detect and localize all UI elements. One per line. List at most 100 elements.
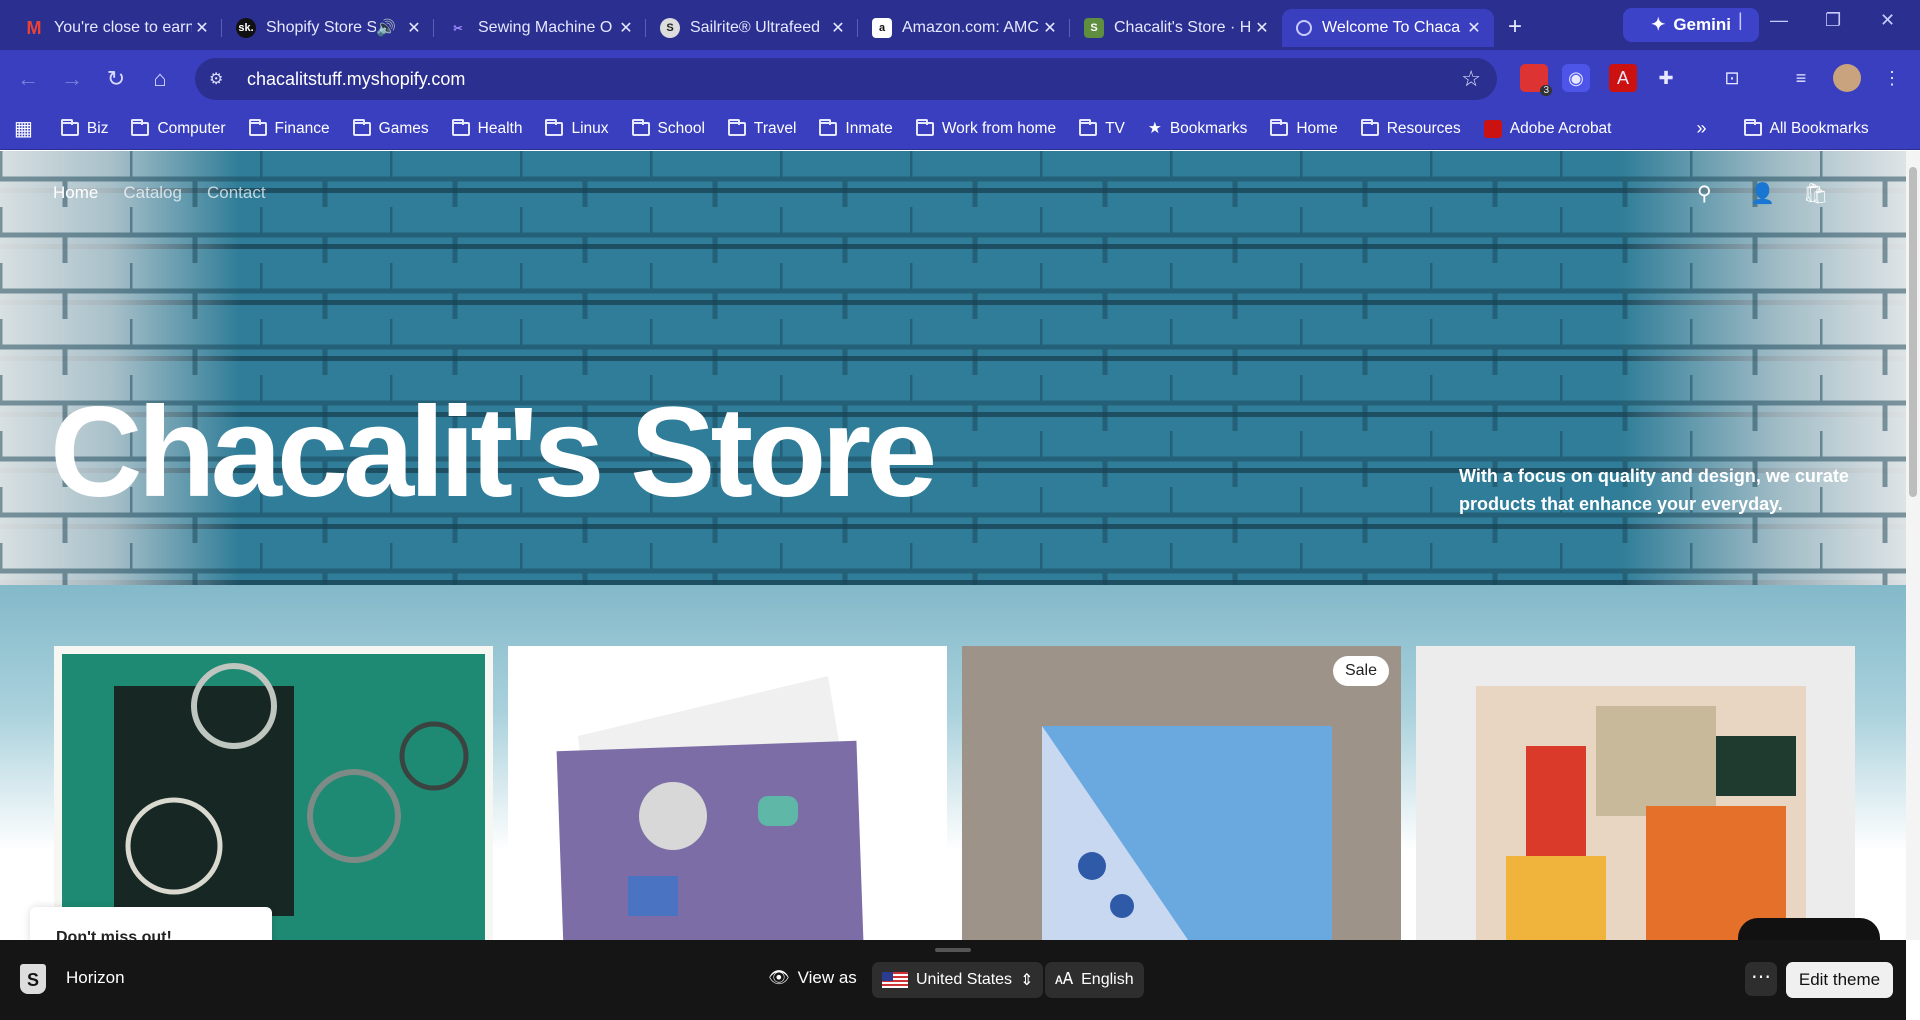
sparkle-icon: ✦ xyxy=(1651,15,1666,34)
scrollbar-thumb[interactable] xyxy=(1909,167,1917,497)
search-icon[interactable]: ⚲ xyxy=(1697,181,1712,206)
language-selector[interactable]: 🗚 English xyxy=(1045,962,1144,998)
bookmark-label: School xyxy=(657,119,705,137)
tab-welcome-to-chacalits[interactable]: Welcome To Chaca ✕ xyxy=(1282,9,1494,47)
tab-amazon[interactable]: a Amazon.com: AMC ✕ xyxy=(858,9,1070,47)
bookmark-folder-health[interactable]: Health xyxy=(451,118,522,138)
view-as-label: 👁 View as xyxy=(768,968,857,988)
amazon-icon: a xyxy=(872,18,892,38)
side-panel-search-icon[interactable]: ⊡ xyxy=(1718,64,1746,92)
home-icon[interactable]: ⌂ xyxy=(138,66,182,92)
bookmark-folder-bookmarks[interactable]: ★ Bookmarks xyxy=(1148,119,1247,138)
minimize-button[interactable]: — xyxy=(1770,10,1788,31)
bookmark-folder-travel[interactable]: Travel xyxy=(727,118,797,138)
folder-icon xyxy=(451,118,470,136)
tab-shopify-store[interactable]: sk. Shopify Store S 🔊 ✕ xyxy=(222,9,434,47)
more-options-button[interactable]: ⋯ xyxy=(1745,962,1777,996)
extension-toggle-icon[interactable]: ◉ xyxy=(1562,64,1590,92)
tab-gmail[interactable]: M You're close to earn ✕ xyxy=(10,9,222,47)
folder-icon xyxy=(248,118,267,136)
tab-chacalits-store-admin[interactable]: S Chacalit's Store · H ✕ xyxy=(1070,9,1282,47)
url-text[interactable]: chacalitstuff.myshopify.com xyxy=(247,69,465,90)
bookmark-adobe-acrobat[interactable]: Adobe Acrobat xyxy=(1483,119,1612,138)
bookmark-folder-computer[interactable]: Computer xyxy=(131,118,226,138)
tab-search-divider: | xyxy=(1738,10,1743,30)
product-card-1[interactable] xyxy=(54,646,493,940)
bookmark-folder-tv[interactable]: TV xyxy=(1079,118,1125,138)
chevron-updown-icon: ⇕ xyxy=(1020,972,1034,989)
close-icon[interactable]: ✕ xyxy=(616,18,636,38)
product-card-4[interactable] xyxy=(1416,646,1855,940)
country-selector[interactable]: United States ⇕ xyxy=(872,962,1044,998)
page-scrollbar[interactable] xyxy=(1906,151,1920,940)
nav-catalog-link[interactable]: Catalog xyxy=(123,183,182,203)
nav-contact-link[interactable]: Contact xyxy=(207,183,266,203)
shopify-icon: S xyxy=(1084,18,1104,38)
close-icon[interactable]: ✕ xyxy=(404,18,424,38)
product-card-3[interactable]: Sale xyxy=(962,646,1401,940)
extension-calendar-icon[interactable]: 3 xyxy=(1520,64,1552,96)
tab-title: Amazon.com: AMC xyxy=(902,19,1039,36)
bookmark-label: Travel xyxy=(753,119,797,137)
speaker-icon[interactable]: 🔊 xyxy=(376,18,396,38)
new-tab-button[interactable]: + xyxy=(1508,13,1522,41)
menu-kebab-icon[interactable]: ⋮ xyxy=(1878,64,1906,92)
bookmark-folder-home[interactable]: Home xyxy=(1270,118,1338,138)
edit-theme-button[interactable]: Edit theme xyxy=(1786,962,1893,998)
bookmark-label: Computer xyxy=(157,119,226,137)
bookmark-label: Work from home xyxy=(941,119,1057,137)
media-controls-icon[interactable]: ≡ xyxy=(1787,64,1815,92)
restore-button[interactable]: ❐ xyxy=(1825,10,1841,31)
drag-handle[interactable] xyxy=(935,948,971,952)
nav-home-link[interactable]: Home xyxy=(53,183,98,203)
bookmark-folder-resources[interactable]: Resources xyxy=(1360,118,1461,138)
site-settings-icon[interactable]: ⚙ xyxy=(209,68,231,90)
more-bookmarks-chevron-icon[interactable]: » xyxy=(1697,118,1707,139)
chat-widget-button[interactable] xyxy=(1738,918,1880,940)
folder-icon xyxy=(1270,118,1289,136)
bookmark-folder-school[interactable]: School xyxy=(631,118,705,138)
all-bookmarks-label: All Bookmarks xyxy=(1769,119,1869,137)
back-icon[interactable]: ← xyxy=(6,66,50,92)
product-image-green-print xyxy=(54,646,493,940)
bookmark-folder-work-from-home[interactable]: Work from home xyxy=(915,118,1057,138)
close-icon[interactable]: ✕ xyxy=(1040,18,1060,38)
tab-sailrite[interactable]: S Sailrite® Ultrafeed ✕ xyxy=(646,9,858,47)
close-icon[interactable]: ✕ xyxy=(192,18,212,38)
reload-icon[interactable]: ↻ xyxy=(94,66,138,92)
bookmark-label: Linux xyxy=(571,119,609,137)
bookmarks-bar: ▦ Biz Computer Finance Games Health Linu… xyxy=(0,108,1920,150)
bookmark-folder-linux[interactable]: Linux xyxy=(545,118,609,138)
apps-grid-icon[interactable]: ▦ xyxy=(14,116,33,141)
close-icon[interactable]: ✕ xyxy=(828,18,848,38)
bookmark-label: Inmate xyxy=(845,119,893,137)
profile-avatar[interactable] xyxy=(1833,64,1861,92)
tab-title: Sailrite® Ultrafeed xyxy=(690,19,821,36)
bookmark-star-icon[interactable]: ☆ xyxy=(1461,66,1481,92)
shopify-bag-icon: S xyxy=(20,964,46,994)
account-icon[interactable]: 👤 xyxy=(1750,181,1775,206)
us-flag-icon xyxy=(882,972,908,988)
bookmark-folder-finance[interactable]: Finance xyxy=(248,118,330,138)
all-bookmarks-button[interactable]: All Bookmarks xyxy=(1743,118,1869,138)
close-icon[interactable]: ✕ xyxy=(1464,18,1484,38)
tab-sewing-machine[interactable]: ✂ Sewing Machine O ✕ xyxy=(434,9,646,47)
bookmark-folder-games[interactable]: Games xyxy=(352,118,429,138)
theme-name: Horizon xyxy=(66,968,125,987)
sailrite-icon: S xyxy=(660,18,680,38)
adobe-acrobat-icon[interactable]: A xyxy=(1609,64,1637,92)
close-icon[interactable]: ✕ xyxy=(1252,18,1272,38)
forward-icon[interactable]: → xyxy=(50,66,94,92)
cart-icon[interactable]: 🛍 xyxy=(1803,181,1828,206)
bookmark-folder-inmate[interactable]: Inmate xyxy=(819,118,893,138)
folder-icon xyxy=(352,118,371,136)
sk-icon: sk. xyxy=(236,18,256,38)
extensions-puzzle-icon[interactable]: ✚ xyxy=(1652,64,1680,92)
folder-icon xyxy=(819,118,838,136)
product-card-2[interactable] xyxy=(508,646,947,940)
bookmark-folder-biz[interactable]: Biz xyxy=(60,118,108,138)
newsletter-popup[interactable]: Don't miss out! xyxy=(30,907,272,940)
close-window-button[interactable]: ✕ xyxy=(1880,10,1895,31)
eye-icon: 👁 xyxy=(768,968,790,987)
address-bar[interactable]: ⚙ chacalitstuff.myshopify.com ☆ xyxy=(195,58,1497,100)
